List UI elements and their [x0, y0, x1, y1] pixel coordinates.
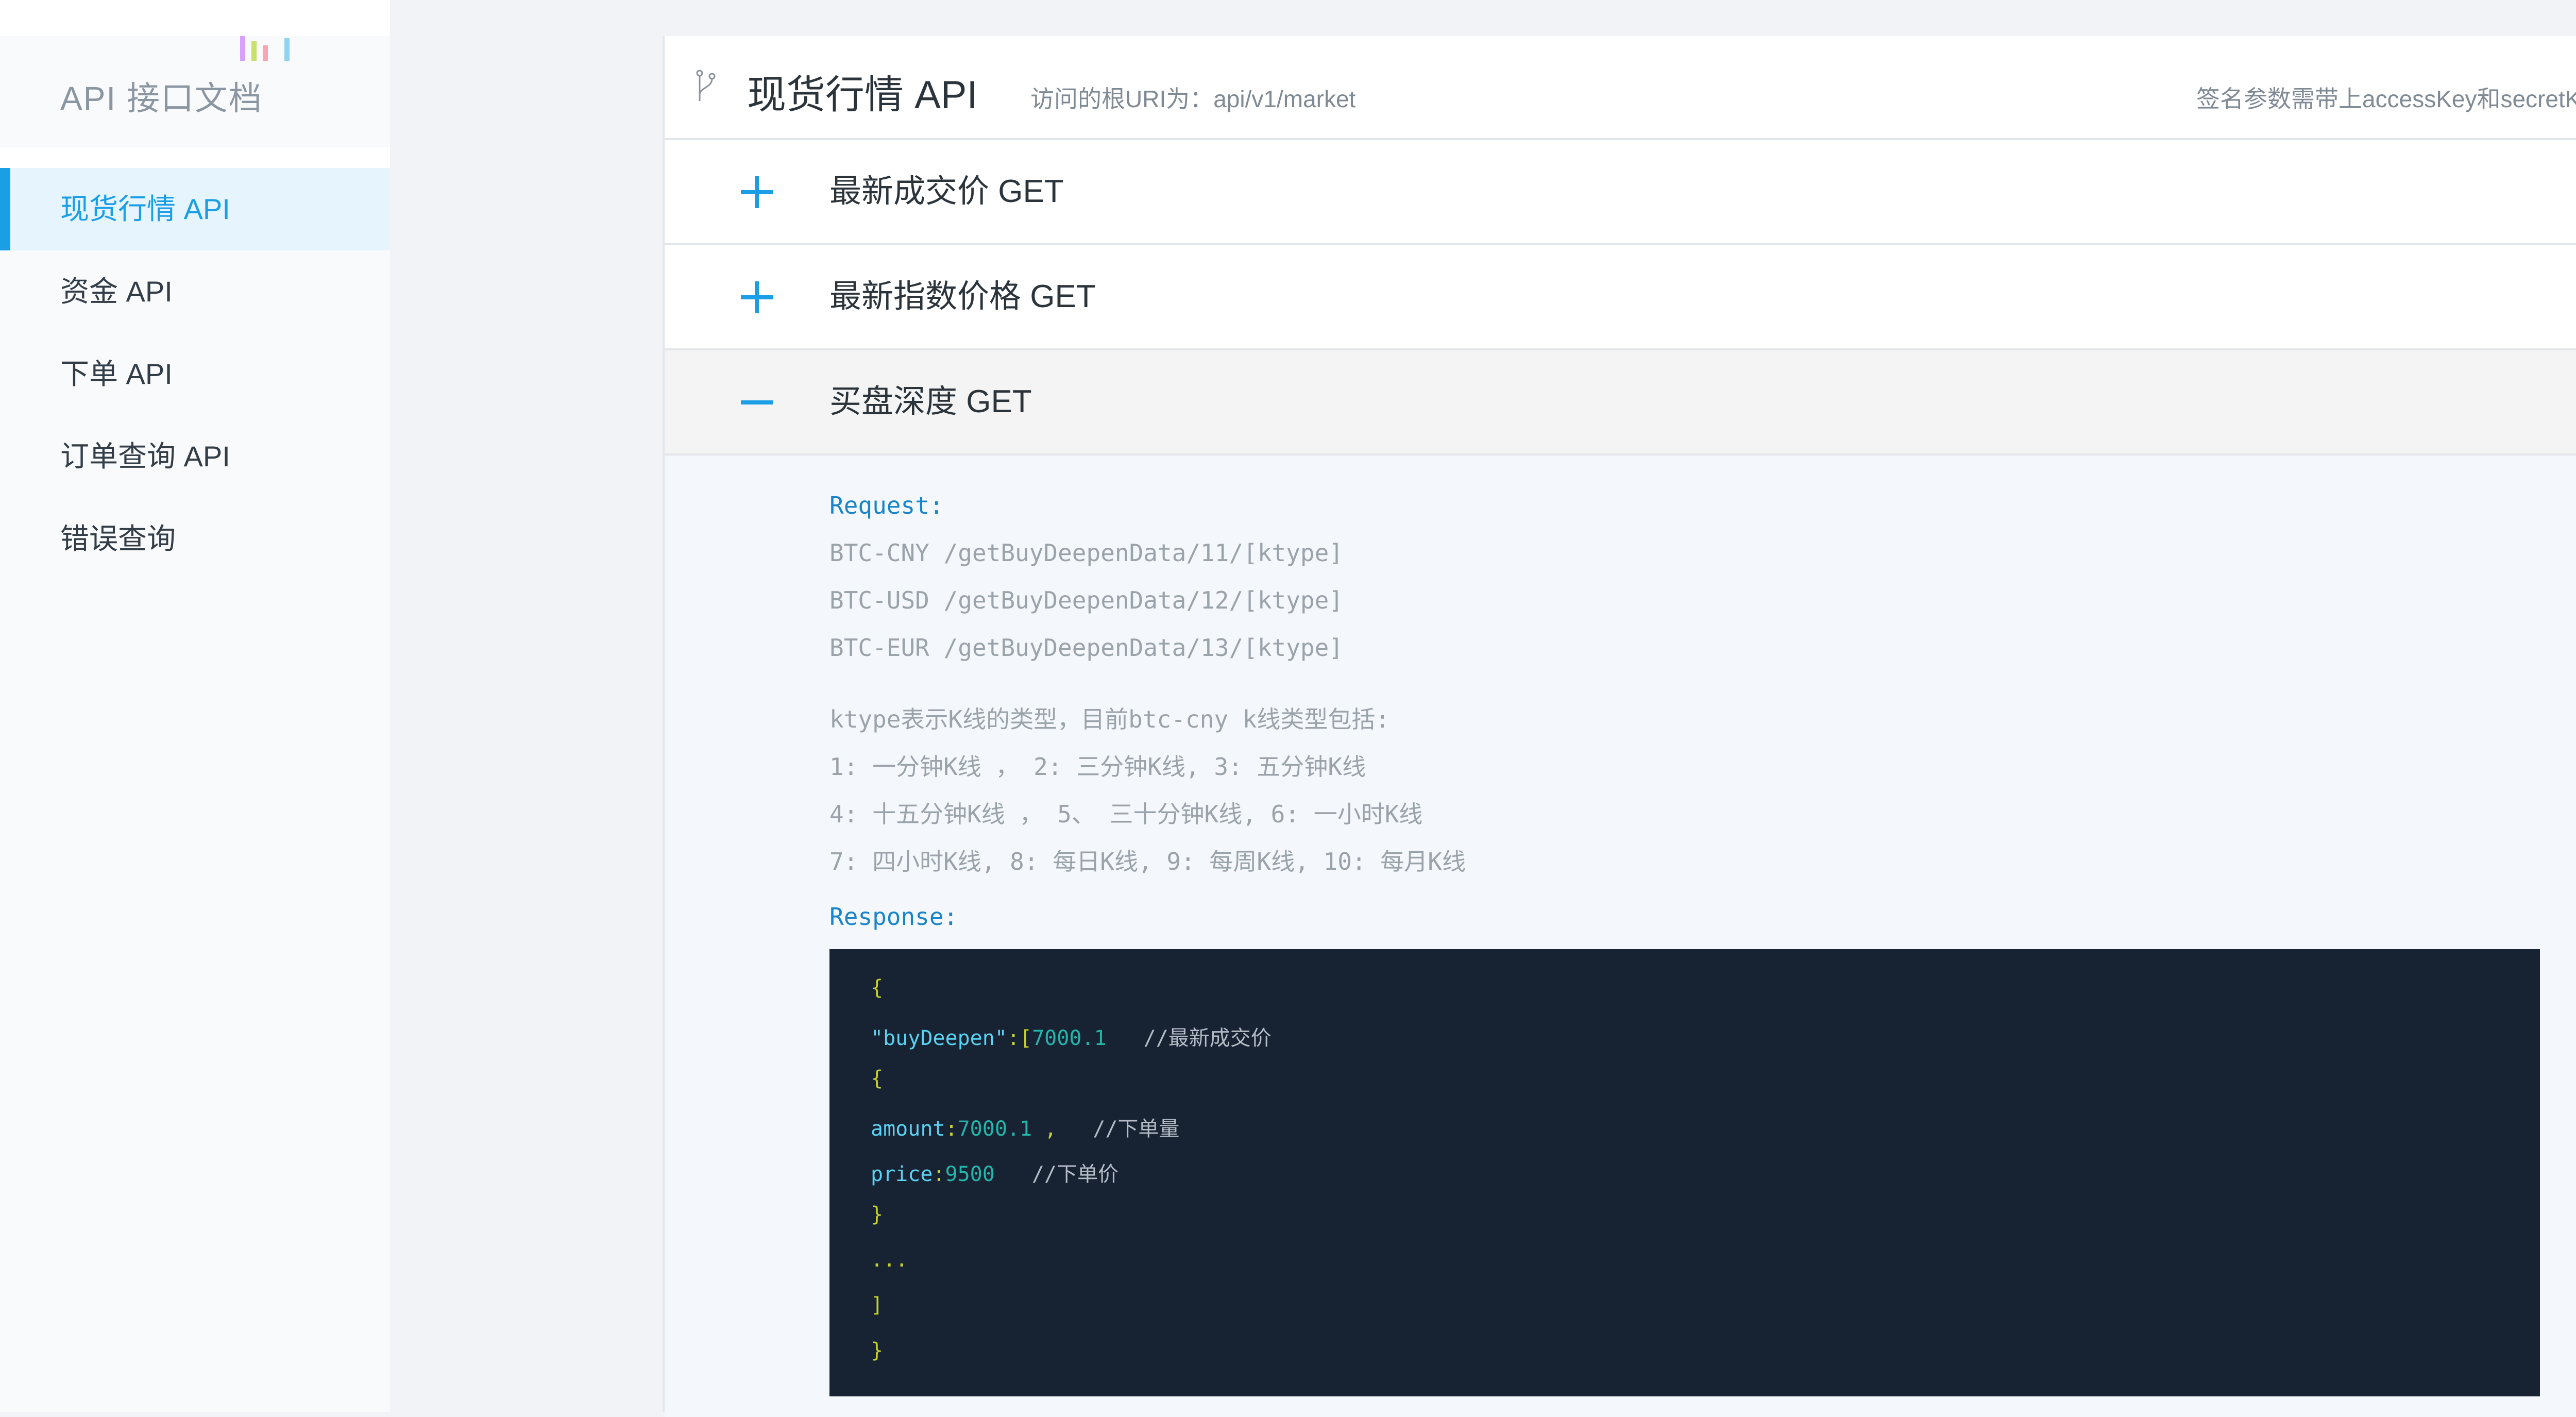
plus-icon[interactable] [741, 176, 773, 208]
code-line: ... [871, 1248, 908, 1272]
signature-hint: 签名参数需带上accessKey和secretKey [2196, 86, 2576, 112]
ktype-note: 1: 一分钟K线 ， 2: 三分钟K线, 3: 五分钟K线 [829, 753, 1366, 781]
sidebar-item-order-query-api[interactable]: 订单查询 API [0, 415, 390, 498]
code-token: "buyDeepen" [871, 1026, 1007, 1050]
accordion-latest-price[interactable]: 最新成交价 GET [665, 140, 2576, 245]
request-label: Request: [829, 492, 944, 519]
sidebar-divider [0, 147, 390, 168]
code-token: { [871, 1067, 884, 1090]
code-token: ... [871, 1248, 908, 1272]
ktype-note: 4: 十五分钟K线 ， 5、 三十分钟K线, 6: 一小时K线 [829, 800, 1423, 828]
buy-depth-details: Request: BTC-CNY /getBuyDeepenData/11/[k… [665, 456, 2576, 1417]
logo-bar-4 [284, 38, 290, 61]
minus-icon[interactable] [741, 386, 773, 418]
code-token: , [1032, 1117, 1057, 1141]
code-token: 7000.1 [957, 1117, 1032, 1141]
code-comment: //下单量 [1093, 1117, 1180, 1141]
response-label: Response: [829, 903, 958, 931]
sidebar-item-order-api[interactable]: 下单 API [0, 333, 390, 415]
code-token: 9500 [945, 1162, 995, 1186]
code-line: { [871, 1067, 883, 1090]
code-line: price:9500 //下单价 [871, 1157, 1118, 1187]
code-token: ] [871, 1293, 884, 1317]
sidebar-item-error-query[interactable]: 错误查询 [0, 498, 390, 580]
sidebar: API 接口文档 现货行情 API 资金 API 下单 API 订单查询 API… [0, 0, 390, 1412]
accordion-label: 最新指数价格 GET [829, 279, 1096, 314]
logo-bar-1 [240, 36, 245, 61]
code-line: ] [871, 1293, 883, 1317]
ktype-note: ktype表示K线的类型，目前btc-cny k线类型包括: [829, 705, 1390, 733]
code-token: { [871, 976, 884, 1000]
sidebar-item-market-api[interactable]: 现货行情 API [0, 168, 390, 250]
code-token: amount [871, 1117, 945, 1141]
api-panel: 现货行情 API 访问的根URI为：api/v1/market 签名参数需带上a… [663, 36, 2576, 1417]
logo-bar-2 [251, 41, 257, 61]
plus-icon[interactable] [741, 281, 773, 313]
code-comment: //最新成交价 [1143, 1026, 1272, 1050]
code-line: amount:7000.1 , //下单量 [871, 1112, 1179, 1142]
sidebar-nav: 现货行情 API 资金 API 下单 API 订单查询 API 错误查询 [0, 168, 390, 580]
plus-icon-vertical [755, 281, 759, 313]
branch-icon [696, 70, 716, 101]
plus-icon-vertical [755, 176, 759, 208]
panel-header: 现货行情 API 访问的根URI为：api/v1/market 签名参数需带上a… [665, 36, 2576, 140]
code-token: :[ [1007, 1026, 1032, 1050]
code-line: } [871, 1203, 883, 1226]
code-line: "buyDeepen":[7000.1 //最新成交价 [871, 1021, 1272, 1051]
code-token: price [871, 1162, 933, 1186]
root-uri-text: 访问的根URI为：api/v1/market [1030, 86, 1356, 112]
request-line: BTC-USD /getBuyDeepenData/12/[ktype] [829, 586, 1343, 614]
code-token: 7000.1 [1032, 1026, 1107, 1050]
ktype-note: 7: 四小时K线, 8: 每日K线, 9: 每周K线, 10: 每月K线 [829, 848, 1466, 875]
code-token: : [945, 1117, 958, 1141]
code-token: } [871, 1339, 884, 1362]
logo-bar-3 [263, 45, 268, 61]
sidebar-title: API 接口文档 [60, 80, 263, 117]
sidebar-item-funds-api[interactable]: 资金 API [0, 250, 390, 333]
accordion-buy-depth[interactable]: 买盘深度 GET [665, 350, 2576, 456]
code-line: { [871, 976, 883, 1000]
accordion-label: 最新成交价 GET [829, 174, 1064, 209]
code-line: } [871, 1339, 883, 1362]
minus-icon-bar [741, 400, 773, 404]
request-line: BTC-EUR /getBuyDeepenData/13/[ktype] [829, 634, 1343, 662]
code-comment: //下单价 [1031, 1162, 1119, 1186]
accordion-latest-index-price[interactable]: 最新指数价格 GET [665, 245, 2576, 350]
code-token: : [933, 1162, 945, 1186]
code-token: } [871, 1203, 884, 1226]
sidebar-top-strip [0, 0, 390, 36]
accordion-label: 买盘深度 GET [829, 384, 1032, 419]
page-title: 现货行情 API [747, 73, 978, 117]
response-code-block: { "buyDeepen":[7000.1//最新成交价 { amount:70… [829, 949, 2540, 1396]
request-line: BTC-CNY /getBuyDeepenData/11/[ktype] [829, 539, 1343, 567]
